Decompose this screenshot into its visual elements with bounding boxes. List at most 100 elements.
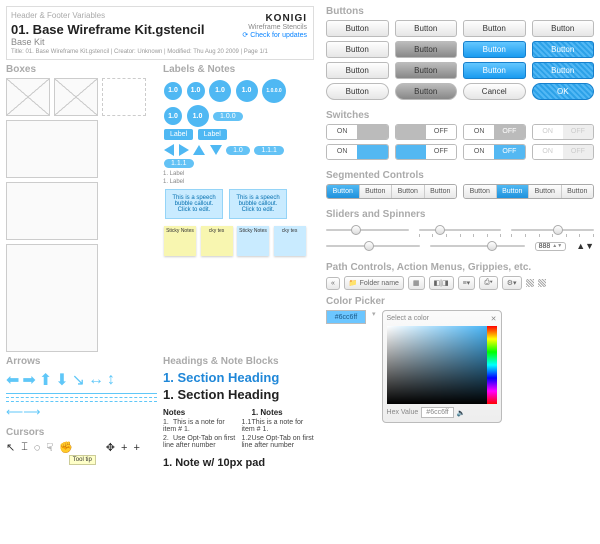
switch[interactable]: ONOFF	[463, 124, 526, 140]
button-dark[interactable]: Button	[395, 62, 458, 79]
icon-button[interactable]: ≡▾	[458, 276, 476, 290]
heading-blue[interactable]: 1. Section Heading	[163, 370, 314, 385]
arrow-icon[interactable]: ↔	[88, 371, 104, 389]
line-dashed[interactable]	[6, 397, 157, 398]
box-plain[interactable]	[6, 182, 98, 240]
box-plain[interactable]	[6, 120, 98, 178]
icon-button[interactable]: ⎙▾	[479, 276, 498, 290]
label-rect[interactable]: Label	[164, 129, 193, 140]
button-round[interactable]: Button	[326, 83, 389, 100]
cursor-grab-icon[interactable]: ✊Tool tip	[59, 441, 100, 454]
callout-circle[interactable]: 1.0	[187, 105, 209, 127]
icon-button[interactable]: ◧|◨	[429, 276, 454, 290]
grippy-icon[interactable]	[526, 279, 534, 287]
gear-icon[interactable]: ⚙▾	[502, 276, 522, 290]
callout-circle[interactable]: 1.0	[164, 107, 182, 125]
leader-pill[interactable]: 1.1.1	[254, 146, 284, 155]
callout-circle[interactable]: 1.0	[209, 80, 231, 102]
slider[interactable]	[430, 240, 524, 252]
button-selected[interactable]: Button	[532, 62, 595, 79]
segmented-control[interactable]: ButtonButtonButtonButton	[463, 184, 594, 199]
switch-blue[interactable]: ONOFF	[463, 144, 526, 160]
stepper-icon[interactable]: ▲▼	[576, 241, 594, 251]
slider[interactable]	[326, 240, 420, 252]
label-rect[interactable]: Label	[198, 129, 227, 140]
grippy-icon[interactable]	[538, 279, 546, 287]
switch[interactable]: ON	[326, 124, 389, 140]
speech-bubble[interactable]: This is a speech bubble callout. Click t…	[229, 189, 287, 219]
slider[interactable]	[326, 224, 409, 236]
button[interactable]: Button	[326, 62, 389, 79]
button[interactable]: Button	[326, 41, 389, 58]
box-placeholder-x[interactable]	[54, 78, 98, 116]
spinner[interactable]: 888▲▼	[535, 242, 567, 251]
note-padded[interactable]: 1. Note w/ 10px pad	[163, 457, 314, 469]
slider-ticks[interactable]	[511, 224, 594, 236]
button[interactable]: Button	[532, 20, 595, 37]
arrow-down-icon[interactable]	[210, 145, 222, 155]
sticky-note[interactable]: Sticky Notes	[164, 226, 196, 256]
button-primary[interactable]: Button	[463, 62, 526, 79]
line-solid[interactable]	[6, 393, 157, 394]
button-primary[interactable]: Button	[463, 41, 526, 58]
button[interactable]: Button	[326, 20, 389, 37]
button-cancel[interactable]: Cancel	[463, 83, 526, 100]
close-icon[interactable]: ✕	[491, 315, 497, 323]
leader-pill[interactable]: 1.0	[226, 146, 250, 155]
callout-circle[interactable]: 1.0	[187, 82, 205, 100]
sticky-note[interactable]: cky tes	[201, 226, 233, 256]
arrow-right-icon[interactable]	[179, 144, 189, 156]
arrow-icon[interactable]: ⬇	[55, 370, 68, 390]
arrow-icon[interactable]: ⬆	[39, 370, 52, 390]
segmented-control[interactable]: ButtonButtonButtonButton	[326, 184, 457, 199]
slider-ticks[interactable]	[419, 224, 502, 236]
heading-black[interactable]: 1. Section Heading	[163, 387, 314, 402]
callout-circle[interactable]: 1.0	[236, 80, 258, 102]
cursor-arrow-icon[interactable]: ↖	[6, 441, 15, 454]
color-gradient[interactable]	[387, 326, 497, 404]
callout-circle[interactable]: 1.0.0.0	[262, 79, 286, 103]
button[interactable]: Button	[395, 20, 458, 37]
arrow-icon[interactable]: ↘	[72, 370, 85, 390]
arrow-long-icon[interactable]: ⟵⟶	[6, 405, 157, 419]
sticky-note[interactable]: cky tes	[274, 226, 306, 256]
sticky-note[interactable]: Sticky Notes	[237, 226, 269, 256]
speaker-icon[interactable]: 🔈	[457, 409, 466, 417]
cursor-ibeam-icon[interactable]: ⌶	[21, 441, 28, 454]
hex-input[interactable]: #6cc6ff	[421, 407, 453, 418]
box-tall[interactable]	[6, 244, 98, 352]
color-swatch[interactable]: #6cc6ff	[326, 310, 366, 324]
line-dashed[interactable]	[6, 401, 157, 402]
button-ok[interactable]: OK	[532, 83, 595, 100]
switch[interactable]: OFF	[395, 124, 458, 140]
cursor-hand-icon[interactable]: ☟	[46, 441, 53, 454]
section-sliders: Sliders and Spinners	[326, 209, 594, 220]
button-round-dark[interactable]: Button	[395, 83, 458, 100]
arrow-icon[interactable]: ➡	[22, 370, 35, 390]
cursor-wait-icon[interactable]: ◌	[34, 442, 41, 454]
cursor-plus-icon[interactable]: +	[133, 442, 139, 454]
callout-circle[interactable]: 1.0	[164, 82, 182, 100]
path-folder[interactable]: 📁 Folder name	[344, 276, 404, 290]
path-back[interactable]: «	[326, 277, 340, 290]
speech-bubble[interactable]: This is a speech bubble callout. Click t…	[165, 189, 223, 219]
arrow-up-icon[interactable]	[193, 145, 205, 155]
leader-pill[interactable]: 1.1.1	[164, 159, 194, 168]
icon-button[interactable]: ▦	[408, 276, 425, 290]
switch-blue[interactable]: ON	[326, 144, 389, 160]
picker-title: Select a color	[387, 315, 429, 323]
cursor-move-icon[interactable]: ✥	[106, 441, 115, 454]
button[interactable]: Button	[463, 20, 526, 37]
box-dashed[interactable]	[102, 78, 146, 116]
switch-blue[interactable]: OFF	[395, 144, 458, 160]
button-selected[interactable]: Button	[532, 41, 595, 58]
button-dark[interactable]: Button	[395, 41, 458, 58]
cursor-plus-icon[interactable]: +	[121, 442, 127, 454]
check-updates-link[interactable]: ⟳ Check for updates	[242, 32, 307, 39]
arrow-left-icon[interactable]	[164, 144, 174, 156]
color-picker-panel: Select a color✕ Hex Value#6cc6ff🔈	[382, 310, 502, 423]
arrow-icon[interactable]: ⬅	[6, 370, 19, 390]
callout-pill[interactable]: 1.0.0	[213, 112, 243, 121]
arrow-icon[interactable]: ↕	[107, 371, 115, 389]
box-placeholder-x[interactable]	[6, 78, 50, 116]
